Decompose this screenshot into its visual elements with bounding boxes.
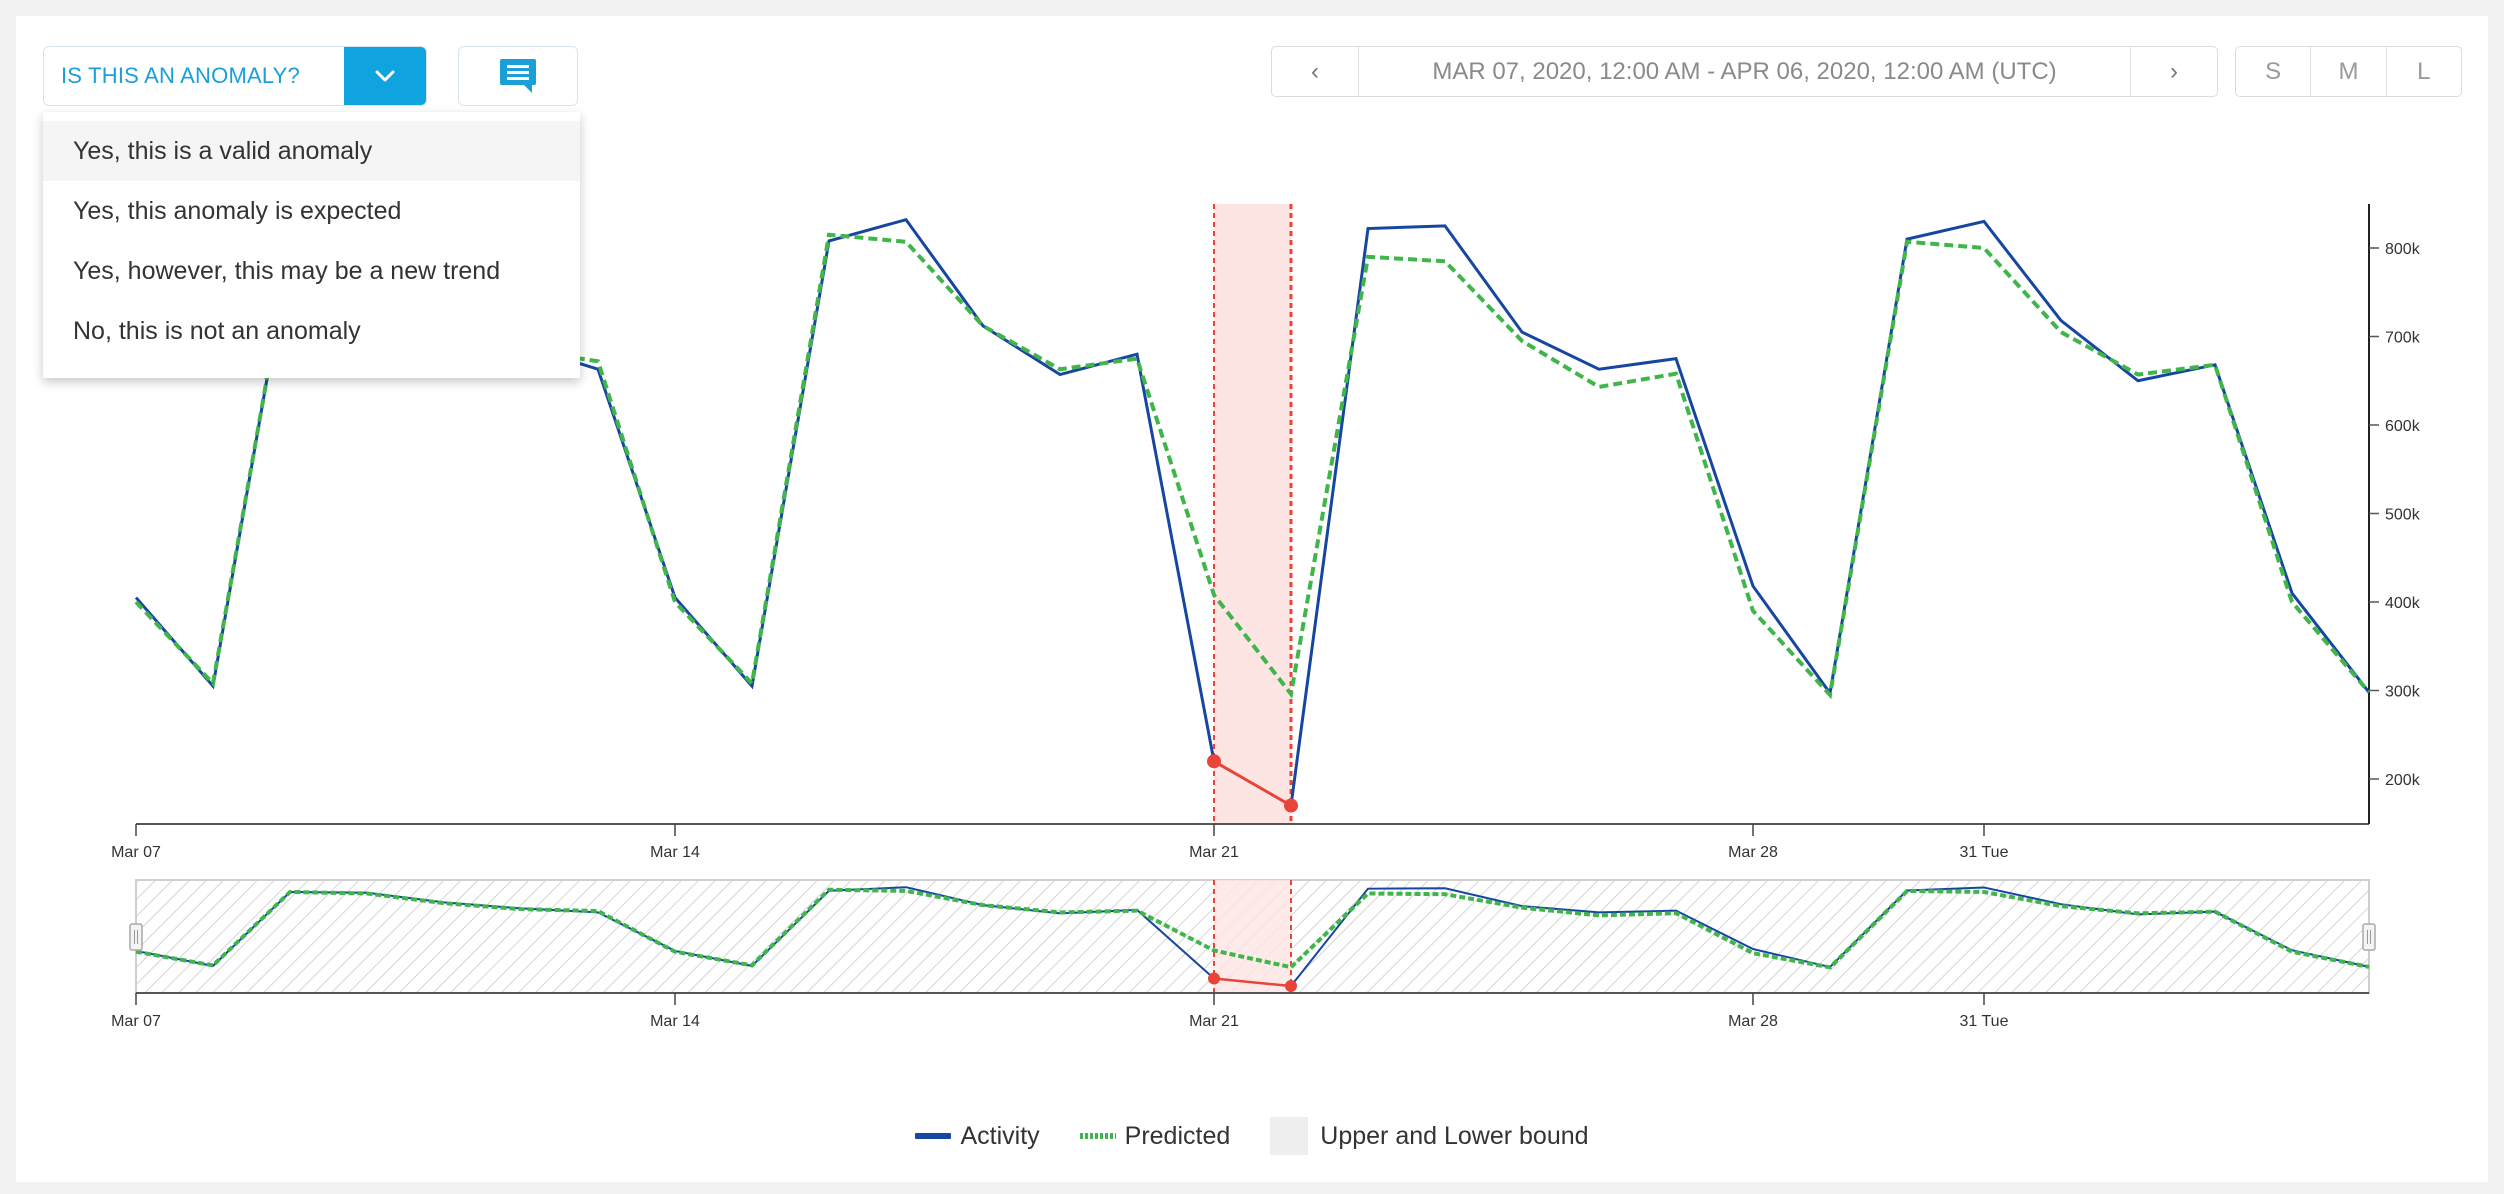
legend-predicted-label: Predicted	[1124, 1121, 1231, 1150]
navigator-x-tick-label: Mar 14	[650, 1013, 700, 1030]
chart-legend: Activity Predicted Upper and Lower bound	[0, 1116, 2504, 1156]
y-tick-label: 500k	[2385, 507, 2421, 524]
navigator-x-tick-label: 31 Tue	[1960, 1013, 2009, 1030]
legend-item-bound[interactable]: Upper and Lower bound	[1270, 1117, 1589, 1155]
legend-item-activity[interactable]: Activity	[915, 1121, 1040, 1151]
x-tick-label: 31 Tue	[1960, 844, 2009, 861]
y-tick-label: 300k	[2385, 684, 2421, 701]
legend-bound-label: Upper and Lower bound	[1320, 1121, 1589, 1150]
y-tick-label: 700k	[2385, 330, 2421, 347]
y-tick-label: 600k	[2385, 418, 2421, 435]
x-tick-label: Mar 28	[1728, 844, 1778, 861]
activity-swatch	[915, 1133, 952, 1139]
anomaly-feedback-menu: Yes, this is a valid anomaly Yes, this a…	[43, 112, 580, 378]
predicted-swatch	[1079, 1133, 1116, 1139]
menu-item-not-anomaly[interactable]: No, this is not an anomaly	[43, 301, 580, 361]
activity-line	[1289, 219, 2371, 806]
menu-item-new-trend[interactable]: Yes, however, this may be a new trend	[43, 241, 580, 301]
y-tick-label: 200k	[2385, 772, 2421, 789]
y-tick-label: 400k	[2385, 595, 2421, 612]
navigator-x-tick-label: Mar 28	[1728, 1013, 1778, 1030]
navigator-anomaly-point	[1285, 980, 1297, 993]
legend-item-predicted[interactable]: Predicted	[1079, 1121, 1231, 1151]
menu-item-valid-anomaly[interactable]: Yes, this is a valid anomaly	[43, 121, 580, 181]
x-tick-label: Mar 07	[111, 844, 161, 861]
x-tick-label: Mar 14	[650, 844, 700, 861]
navigator-plot[interactable]: Mar 07 Mar 14 Mar 21 Mar 28 31 Tue	[111, 879, 2376, 1030]
navigator-anomaly-point	[1208, 972, 1220, 985]
navigator-left-handle[interactable]	[129, 923, 143, 951]
navigator-anomaly-band	[1214, 880, 1291, 993]
menu-item-expected-anomaly[interactable]: Yes, this anomaly is expected	[43, 181, 580, 241]
bound-swatch	[1270, 1117, 1309, 1155]
navigator-x-tick-label: Mar 21	[1189, 1013, 1239, 1030]
anomaly-band	[1214, 204, 1291, 824]
x-tick-label: Mar 21	[1189, 844, 1239, 861]
anomaly-point	[1284, 798, 1298, 813]
y-tick-label: 800k	[2385, 241, 2421, 258]
legend-activity-label: Activity	[960, 1121, 1040, 1150]
navigator-right-handle[interactable]	[2362, 923, 2376, 951]
anomaly-point	[1207, 754, 1221, 769]
navigator-x-tick-label: Mar 07	[111, 1013, 161, 1030]
